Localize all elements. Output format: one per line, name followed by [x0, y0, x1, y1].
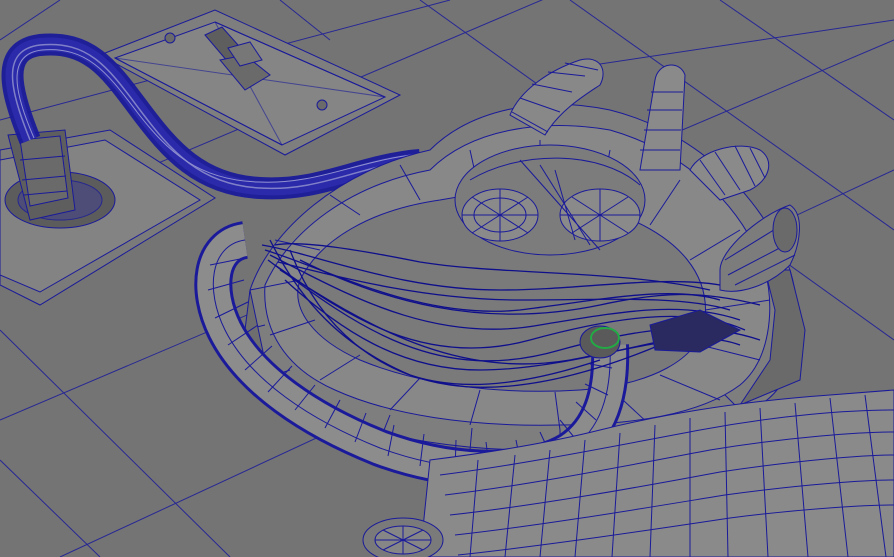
viewport-3d[interactable]	[0, 0, 894, 557]
helmet-gear-center[interactable]	[454, 144, 646, 256]
small-circular-part[interactable]	[362, 517, 444, 557]
wireframe-scene[interactable]	[0, 0, 894, 557]
